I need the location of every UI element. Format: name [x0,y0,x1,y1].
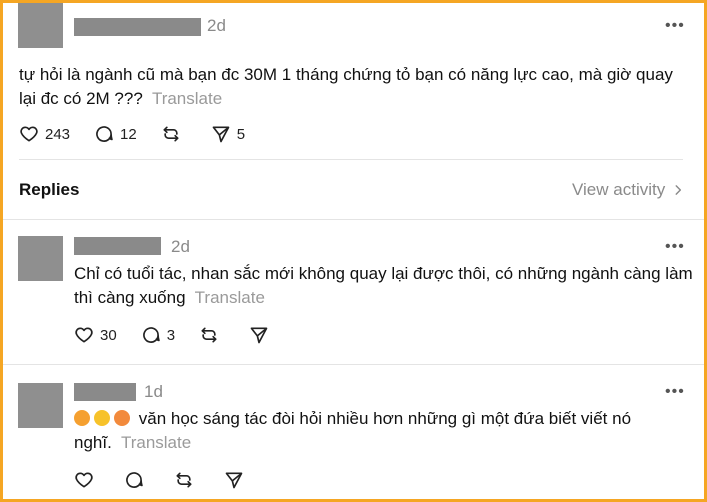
chevron-right-icon [675,185,682,195]
grinning-squinting-face-emoji [94,410,110,426]
reply-text-line1: văn học sáng tác đòi hỏi nhiều hơn những… [138,409,632,428]
comment-icon [142,327,160,343]
repost-button[interactable] [174,470,200,490]
like-count: 30 [100,326,117,344]
avatar[interactable] [18,383,63,428]
more-options-icon[interactable]: ••• [665,384,685,400]
divider [19,159,683,160]
reply-timestamp: 2d [171,237,190,256]
comment-icon [96,126,113,142]
comment-count: 3 [166,326,176,344]
like-button[interactable]: 243 [19,124,70,144]
repost-button[interactable] [199,325,225,345]
reply-actions [74,470,274,490]
username-redacted[interactable] [74,237,161,255]
repost-icon [176,472,192,488]
reply-actions: 30 3 [74,325,299,345]
like-count: 243 [45,125,71,143]
thread-view: 2d ••• tự hỏi là ngành cũ mà bạn đc 30M … [3,3,704,499]
post-text-line1: tự hỏi là ngành cũ mà bạn đc 30M 1 tháng… [19,65,673,84]
heart-icon [75,472,93,488]
reply-text-line1: Chỉ có tuổi tác, nhan sắc mới không quay… [74,264,693,283]
heart-icon [20,126,38,142]
post-text: tự hỏi là ngành cũ mà bạn đc 30M 1 tháng… [19,63,689,111]
reply-text-line2: nghĩ. [74,433,112,452]
replies-heading: Replies [19,180,80,199]
divider [3,219,704,220]
comment-icon [126,472,143,488]
zany-face-emoji [114,410,130,426]
comment-button[interactable]: 12 [94,124,137,144]
username-redacted[interactable] [74,18,201,36]
avatar[interactable] [18,3,63,48]
repost-icon [163,126,179,142]
share-button[interactable] [224,470,250,490]
share-button[interactable] [249,325,275,345]
comment-button[interactable]: 3 [141,325,175,345]
repost-icon [201,327,217,343]
comment-count: 12 [120,125,137,143]
post-text-line2: lại đc có 2M ??? [19,89,143,108]
send-icon [225,472,243,489]
repost-button[interactable] [161,124,187,144]
share-button[interactable]: 5 [211,124,245,144]
flushed-face-emoji [74,410,90,426]
avatar[interactable] [18,236,63,281]
reply-text-line2: thì càng xuống [74,288,186,307]
translate-link[interactable]: Translate [152,89,222,108]
translate-link[interactable]: Translate [195,288,265,307]
view-activity-label: View activity [572,180,666,199]
username-redacted[interactable] [74,383,136,401]
reply-text: Chỉ có tuổi tác, nhan sắc mới không quay… [74,262,694,310]
like-button[interactable]: 30 [74,325,117,345]
reply-timestamp: 1d [144,382,163,401]
post-timestamp: 2d [207,16,226,35]
comment-button[interactable] [124,470,150,490]
reply-text: văn học sáng tác đòi hỏi nhiều hơn những… [74,407,694,455]
send-icon [212,126,230,143]
share-count: 5 [236,125,246,143]
divider [3,364,704,365]
heart-icon [75,327,93,343]
translate-link[interactable]: Translate [121,433,191,452]
view-activity-link[interactable]: View activity [572,180,685,200]
post-actions: 243 12 5 [19,124,269,144]
send-icon [250,327,268,344]
like-button[interactable] [74,470,100,490]
more-options-icon[interactable]: ••• [665,239,685,255]
more-options-icon[interactable]: ••• [665,18,685,34]
